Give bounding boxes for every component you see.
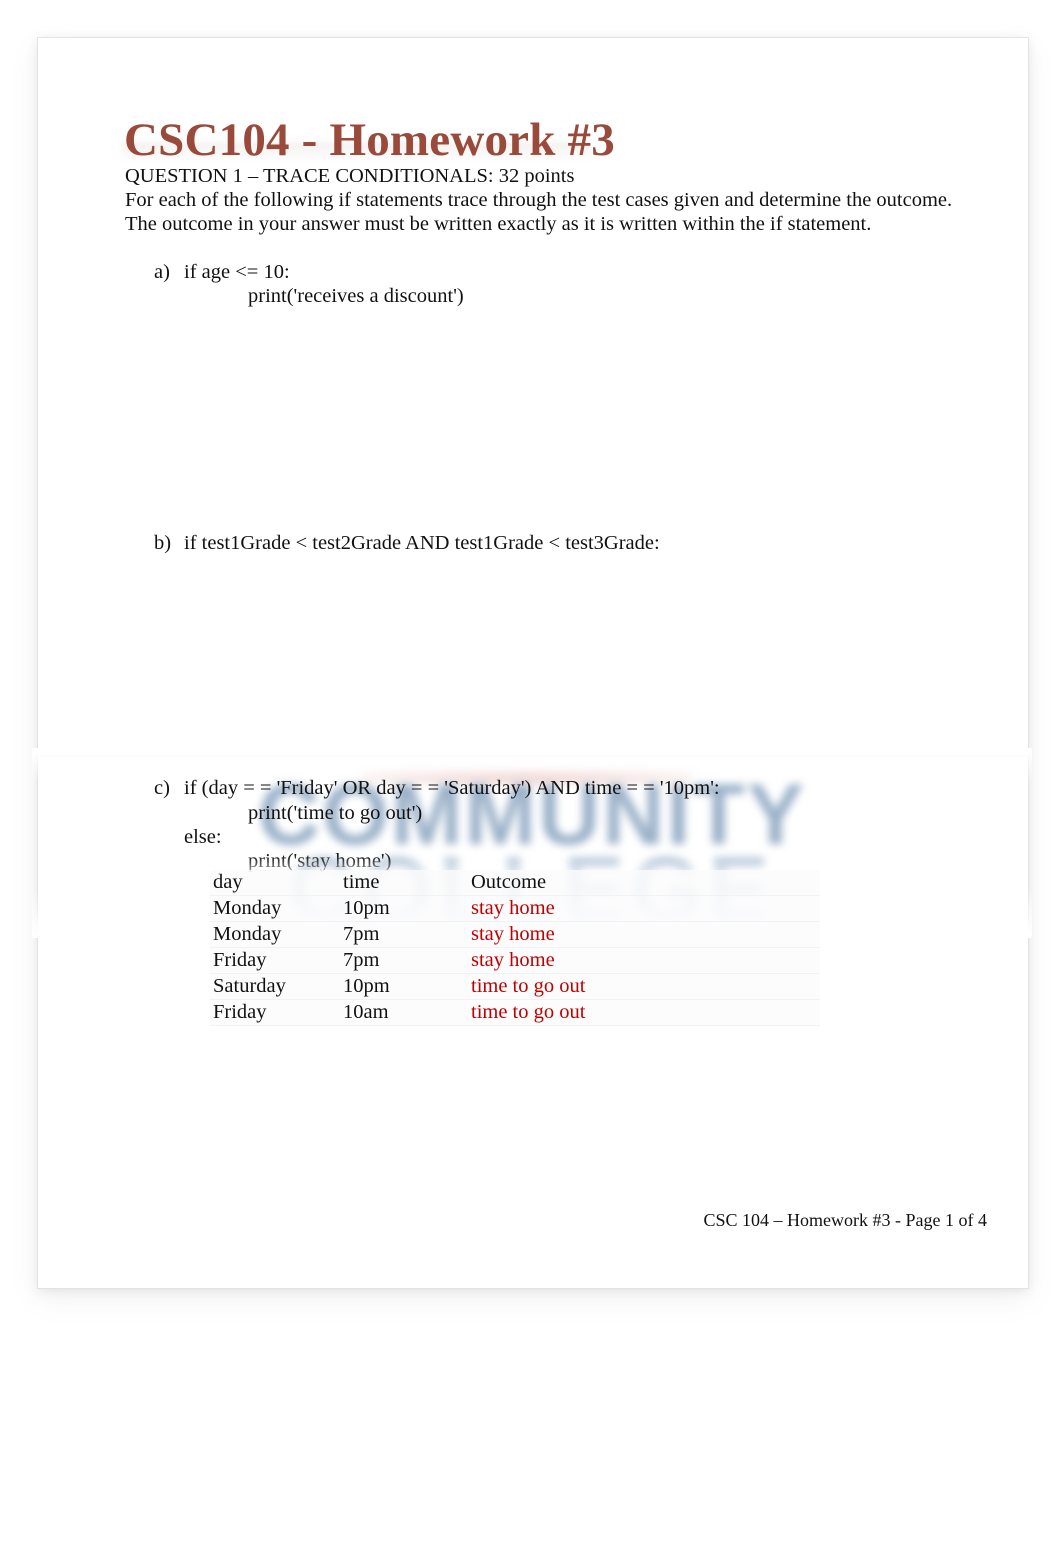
question-instruction-line-1: For each of the following if statements … — [125, 189, 953, 211]
list-marker-a: a) — [154, 261, 170, 283]
table-header-row: day time Outcome — [210, 870, 820, 896]
question-heading: QUESTION 1 – TRACE CONDITIONALS: 32 poin… — [125, 165, 575, 187]
trace-table: day time Outcome Monday 10pm stay home Monday… — [210, 870, 820, 1026]
table-header-cell-time: time — [340, 870, 468, 896]
table-row: Friday 10am time to go out — [210, 999, 820, 1026]
item-a-code-line-2: print('receives a discount') — [248, 285, 464, 307]
item-a-code-line-1: if age <= 10: — [184, 261, 290, 283]
document-page: COMMUNITY COLLEGE CSC104 - Homework #3 Q… — [32, 38, 1032, 1288]
item-c-code-line-3: else: — [184, 826, 222, 848]
table-header-cell-outcome: Outcome — [468, 870, 820, 896]
table-cell-time: 10pm — [340, 973, 468, 1000]
table-cell-time: 10pm — [340, 895, 468, 922]
page-footer: CSC 104 – Homework #3 - Page 1 of 4 — [703, 1210, 987, 1230]
page-title: CSC104 - Homework #3 — [124, 114, 615, 167]
table-cell-day: Saturday — [210, 973, 340, 1000]
table-cell-day: Friday — [210, 947, 340, 974]
table-row: Saturday 10pm time to go out — [210, 973, 820, 1000]
item-c-code-line-2: print('time to go out') — [248, 802, 423, 824]
item-c-code-line-1: if (day = = 'Friday' OR day = = 'Saturda… — [184, 777, 720, 799]
document-content: CSC104 - Homework #3 QUESTION 1 – TRACE … — [38, 38, 1028, 1288]
table-body: Monday 10pm stay home Monday 7pm stay home Fri… — [210, 895, 820, 1026]
table-header-cell-day: day — [210, 870, 340, 896]
trace-table-container: day time Outcome Monday 10pm stay home Monday… — [210, 870, 820, 1026]
table-cell-outcome: stay home — [468, 895, 820, 922]
table-cell-time: 7pm — [340, 921, 468, 948]
table-cell-outcome: stay home — [468, 921, 820, 948]
list-marker-b: b) — [154, 532, 172, 554]
table-row: Friday 7pm stay home — [210, 947, 820, 974]
table-row: Monday 7pm stay home — [210, 921, 820, 948]
table-cell-outcome: stay home — [468, 947, 820, 974]
item-b-code-line-1: if test1Grade < test2Grade AND test1Grad… — [184, 532, 660, 554]
table-row: Monday 10pm stay home — [210, 895, 820, 922]
table-cell-time: 7pm — [340, 947, 468, 974]
question-instruction-line-2: The outcome in your answer must be writt… — [125, 213, 872, 235]
table-cell-day: Monday — [210, 895, 340, 922]
table-cell-day: Monday — [210, 921, 340, 948]
table-cell-time: 10am — [340, 999, 468, 1026]
list-marker-c: c) — [154, 777, 170, 799]
table-cell-outcome: time to go out — [468, 999, 820, 1026]
table-cell-day: Friday — [210, 999, 340, 1026]
table-cell-outcome: time to go out — [468, 973, 820, 1000]
